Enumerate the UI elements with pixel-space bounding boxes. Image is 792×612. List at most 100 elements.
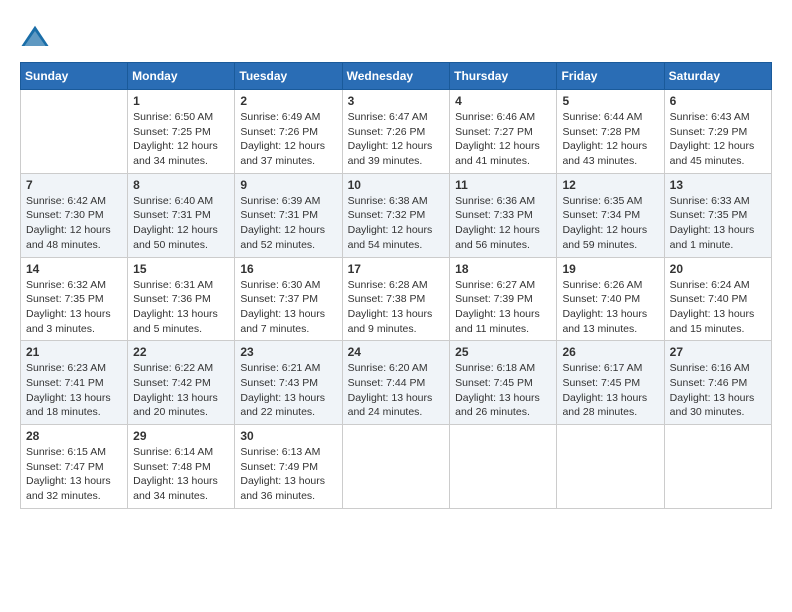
day-info: Sunrise: 6:13 AMSunset: 7:49 PMDaylight:… — [240, 445, 336, 504]
day-info: Sunrise: 6:46 AMSunset: 7:27 PMDaylight:… — [455, 110, 551, 169]
day-number: 18 — [455, 262, 551, 276]
day-cell: 28 Sunrise: 6:15 AMSunset: 7:47 PMDayligh… — [21, 425, 128, 509]
day-info: Sunrise: 6:26 AMSunset: 7:40 PMDaylight:… — [562, 278, 658, 337]
day-cell: 13 Sunrise: 6:33 AMSunset: 7:35 PMDayligh… — [664, 173, 771, 257]
day-cell: 11 Sunrise: 6:36 AMSunset: 7:33 PMDayligh… — [450, 173, 557, 257]
day-cell: 20 Sunrise: 6:24 AMSunset: 7:40 PMDayligh… — [664, 257, 771, 341]
day-number: 23 — [240, 345, 336, 359]
day-info: Sunrise: 6:15 AMSunset: 7:47 PMDaylight:… — [26, 445, 122, 504]
day-info: Sunrise: 6:14 AMSunset: 7:48 PMDaylight:… — [133, 445, 229, 504]
day-cell: 17Sunrise: 6:28 AMSunset: 7:38 PMDayligh… — [342, 257, 450, 341]
day-info: Sunrise: 6:22 AMSunset: 7:42 PMDaylight:… — [133, 361, 229, 420]
day-cell: 1 Sunrise: 6:50 AMSunset: 7:25 PMDaylight… — [128, 90, 235, 174]
day-cell: 21 Sunrise: 6:23 AMSunset: 7:41 PMDayligh… — [21, 341, 128, 425]
day-cell: 12 Sunrise: 6:35 AMSunset: 7:34 PMDayligh… — [557, 173, 664, 257]
day-info: Sunrise: 6:31 AMSunset: 7:36 PMDaylight:… — [133, 278, 229, 337]
day-info: Sunrise: 6:18 AMSunset: 7:45 PMDaylight:… — [455, 361, 551, 420]
day-number: 13 — [670, 178, 766, 192]
day-info: Sunrise: 6:32 AMSunset: 7:35 PMDaylight:… — [26, 278, 122, 337]
day-info: Sunrise: 6:23 AMSunset: 7:41 PMDaylight:… — [26, 361, 122, 420]
day-number: 3 — [348, 94, 445, 108]
week-row-1: 1 Sunrise: 6:50 AMSunset: 7:25 PMDaylight… — [21, 90, 772, 174]
day-cell: 23 Sunrise: 6:21 AMSunset: 7:43 PMDayligh… — [235, 341, 342, 425]
day-cell: 24Sunrise: 6:20 AMSunset: 7:44 PMDayligh… — [342, 341, 450, 425]
day-cell — [557, 425, 664, 509]
day-info: Sunrise: 6:33 AMSunset: 7:35 PMDaylight:… — [670, 194, 766, 253]
day-info: Sunrise: 6:17 AMSunset: 7:45 PMDaylight:… — [562, 361, 658, 420]
day-info: Sunrise: 6:43 AMSunset: 7:29 PMDaylight:… — [670, 110, 766, 169]
day-cell: 15 Sunrise: 6:31 AMSunset: 7:36 PMDayligh… — [128, 257, 235, 341]
day-info: Sunrise: 6:47 AMSunset: 7:26 PMDaylight:… — [348, 110, 445, 169]
day-info: Sunrise: 6:36 AMSunset: 7:33 PMDaylight:… — [455, 194, 551, 253]
day-cell: 6 Sunrise: 6:43 AMSunset: 7:29 PMDaylight… — [664, 90, 771, 174]
day-number: 17 — [348, 262, 445, 276]
week-row-2: 7Sunrise: 6:42 AMSunset: 7:30 PMDaylight… — [21, 173, 772, 257]
weekday-header-thursday: Thursday — [450, 63, 557, 90]
day-cell: 26 Sunrise: 6:17 AMSunset: 7:45 PMDayligh… — [557, 341, 664, 425]
day-number: 5 — [562, 94, 658, 108]
day-number: 25 — [455, 345, 551, 359]
day-number: 29 — [133, 429, 229, 443]
weekday-header-sunday: Sunday — [21, 63, 128, 90]
day-number: 8 — [133, 178, 229, 192]
day-cell: 10Sunrise: 6:38 AMSunset: 7:32 PMDayligh… — [342, 173, 450, 257]
day-cell: 4 Sunrise: 6:46 AMSunset: 7:27 PMDaylight… — [450, 90, 557, 174]
day-number: 20 — [670, 262, 766, 276]
day-cell: 8 Sunrise: 6:40 AMSunset: 7:31 PMDaylight… — [128, 173, 235, 257]
day-number: 1 — [133, 94, 229, 108]
day-info: Sunrise: 6:39 AMSunset: 7:31 PMDaylight:… — [240, 194, 336, 253]
day-cell: 25 Sunrise: 6:18 AMSunset: 7:45 PMDayligh… — [450, 341, 557, 425]
day-number: 30 — [240, 429, 336, 443]
day-number: 12 — [562, 178, 658, 192]
day-cell: 9Sunrise: 6:39 AMSunset: 7:31 PMDaylight… — [235, 173, 342, 257]
day-info: Sunrise: 6:38 AMSunset: 7:32 PMDaylight:… — [348, 194, 445, 253]
day-cell: 18Sunrise: 6:27 AMSunset: 7:39 PMDayligh… — [450, 257, 557, 341]
week-row-5: 28 Sunrise: 6:15 AMSunset: 7:47 PMDayligh… — [21, 425, 772, 509]
day-info: Sunrise: 6:44 AMSunset: 7:28 PMDaylight:… — [562, 110, 658, 169]
week-row-4: 21 Sunrise: 6:23 AMSunset: 7:41 PMDayligh… — [21, 341, 772, 425]
day-cell — [21, 90, 128, 174]
day-number: 28 — [26, 429, 122, 443]
weekday-header-friday: Friday — [557, 63, 664, 90]
day-cell: 29 Sunrise: 6:14 AMSunset: 7:48 PMDayligh… — [128, 425, 235, 509]
logo — [20, 20, 54, 52]
week-row-3: 14Sunrise: 6:32 AMSunset: 7:35 PMDayligh… — [21, 257, 772, 341]
day-cell: 2Sunrise: 6:49 AMSunset: 7:26 PMDaylight… — [235, 90, 342, 174]
day-info: Sunrise: 6:35 AMSunset: 7:34 PMDaylight:… — [562, 194, 658, 253]
day-cell: 16 Sunrise: 6:30 AMSunset: 7:37 PMDayligh… — [235, 257, 342, 341]
day-info: Sunrise: 6:42 AMSunset: 7:30 PMDaylight:… — [26, 194, 122, 253]
day-info: Sunrise: 6:24 AMSunset: 7:40 PMDaylight:… — [670, 278, 766, 337]
weekday-header-saturday: Saturday — [664, 63, 771, 90]
day-number: 21 — [26, 345, 122, 359]
day-number: 22 — [133, 345, 229, 359]
weekday-header-tuesday: Tuesday — [235, 63, 342, 90]
day-number: 15 — [133, 262, 229, 276]
day-info: Sunrise: 6:40 AMSunset: 7:31 PMDaylight:… — [133, 194, 229, 253]
day-info: Sunrise: 6:16 AMSunset: 7:46 PMDaylight:… — [670, 361, 766, 420]
day-cell: 27 Sunrise: 6:16 AMSunset: 7:46 PMDayligh… — [664, 341, 771, 425]
day-number: 16 — [240, 262, 336, 276]
day-info: Sunrise: 6:50 AMSunset: 7:25 PMDaylight:… — [133, 110, 229, 169]
day-cell — [342, 425, 450, 509]
day-cell: 3 Sunrise: 6:47 AMSunset: 7:26 PMDaylight… — [342, 90, 450, 174]
day-info: Sunrise: 6:30 AMSunset: 7:37 PMDaylight:… — [240, 278, 336, 337]
day-number: 26 — [562, 345, 658, 359]
weekday-header-monday: Monday — [128, 63, 235, 90]
day-cell — [664, 425, 771, 509]
day-cell: 14Sunrise: 6:32 AMSunset: 7:35 PMDayligh… — [21, 257, 128, 341]
day-cell — [450, 425, 557, 509]
day-number: 11 — [455, 178, 551, 192]
day-number: 24 — [348, 345, 445, 359]
page-header — [20, 20, 772, 52]
calendar-table: SundayMondayTuesdayWednesdayThursdayFrid… — [20, 62, 772, 509]
day-cell: 30 Sunrise: 6:13 AMSunset: 7:49 PMDayligh… — [235, 425, 342, 509]
day-number: 27 — [670, 345, 766, 359]
day-cell: 22 Sunrise: 6:22 AMSunset: 7:42 PMDayligh… — [128, 341, 235, 425]
day-cell: 5 Sunrise: 6:44 AMSunset: 7:28 PMDaylight… — [557, 90, 664, 174]
day-info: Sunrise: 6:21 AMSunset: 7:43 PMDaylight:… — [240, 361, 336, 420]
day-number: 2 — [240, 94, 336, 108]
weekday-header-row: SundayMondayTuesdayWednesdayThursdayFrid… — [21, 63, 772, 90]
day-number: 4 — [455, 94, 551, 108]
day-number: 6 — [670, 94, 766, 108]
logo-icon — [20, 22, 50, 52]
